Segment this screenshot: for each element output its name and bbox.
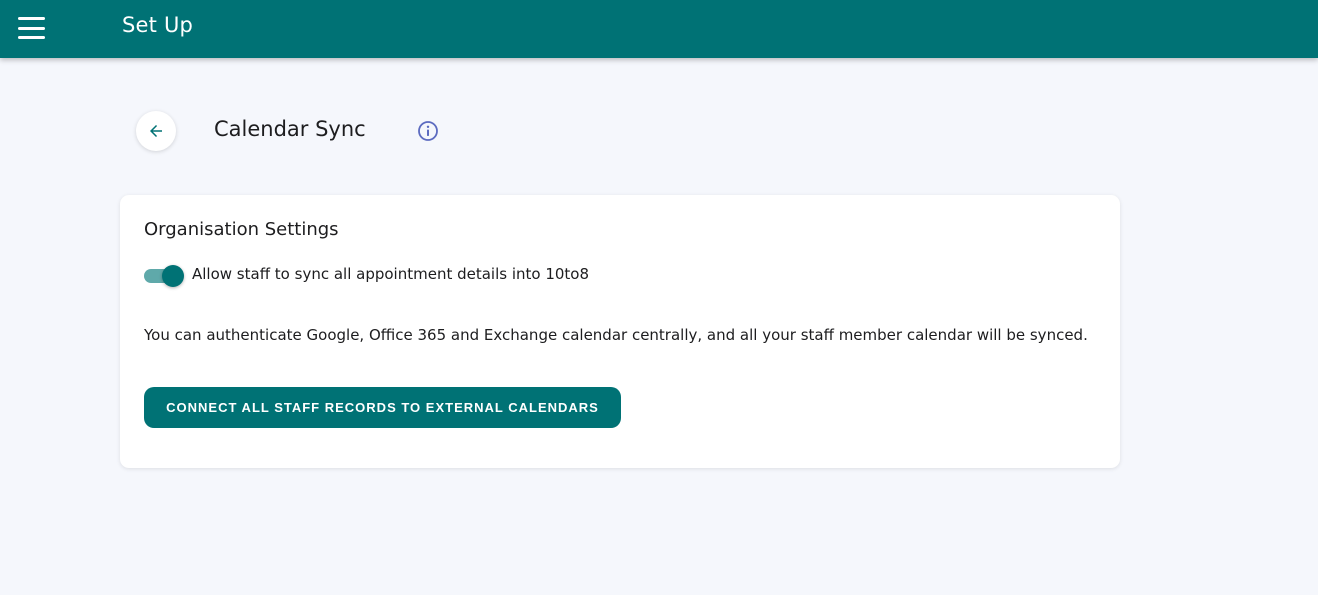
menu-line xyxy=(18,17,45,20)
back-button[interactable] xyxy=(136,111,176,151)
app-bar: Set Up xyxy=(0,0,1318,58)
sync-toggle[interactable] xyxy=(144,265,184,287)
hamburger-menu-icon[interactable] xyxy=(16,15,46,41)
organisation-settings-card: Organisation Settings Allow staff to syn… xyxy=(120,195,1120,468)
page-title: Calendar Sync xyxy=(214,117,366,141)
card-title: Organisation Settings xyxy=(144,219,339,240)
arrow-left-icon xyxy=(150,125,162,137)
sync-toggle-label: Allow staff to sync all appointment deta… xyxy=(192,265,590,283)
connect-calendars-button[interactable]: CONNECT ALL STAFF RECORDS TO EXTERNAL CA… xyxy=(144,387,621,428)
menu-line xyxy=(18,26,45,30)
app-title: Set Up xyxy=(122,13,194,37)
toggle-thumb xyxy=(162,265,184,287)
menu-line xyxy=(18,36,45,39)
description-text: You can authenticate Google, Office 365 … xyxy=(144,326,1088,344)
info-circle-icon[interactable] xyxy=(417,120,439,142)
